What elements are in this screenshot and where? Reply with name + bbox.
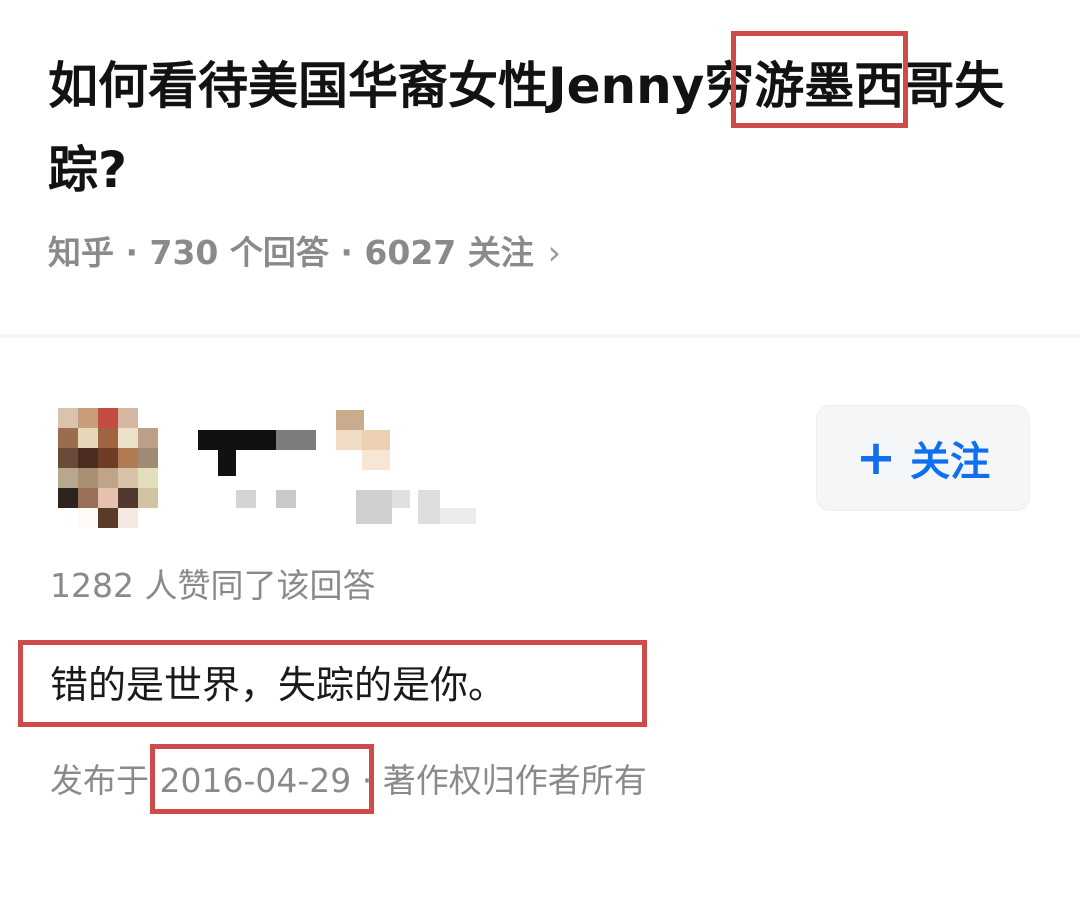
follow-button[interactable]: + 关注 <box>816 405 1030 511</box>
question-meta-text: 知乎 · 730 个回答 · 6027 关注 <box>48 233 534 272</box>
author-name[interactable] <box>196 408 486 528</box>
highlight-box-date <box>150 744 374 814</box>
highlight-box-title <box>731 31 908 128</box>
vote-count: 1282 人赞同了该回答 <box>50 566 376 605</box>
follow-button-label: 关注 <box>910 439 991 485</box>
plus-icon: + <box>855 430 897 486</box>
author-avatar[interactable] <box>58 408 160 528</box>
chevron-right-icon: › <box>547 233 561 272</box>
question-meta[interactable]: 知乎 · 730 个回答 · 6027 关注 › <box>48 228 561 278</box>
highlight-box-answer <box>18 640 647 727</box>
section-divider <box>0 334 1080 338</box>
